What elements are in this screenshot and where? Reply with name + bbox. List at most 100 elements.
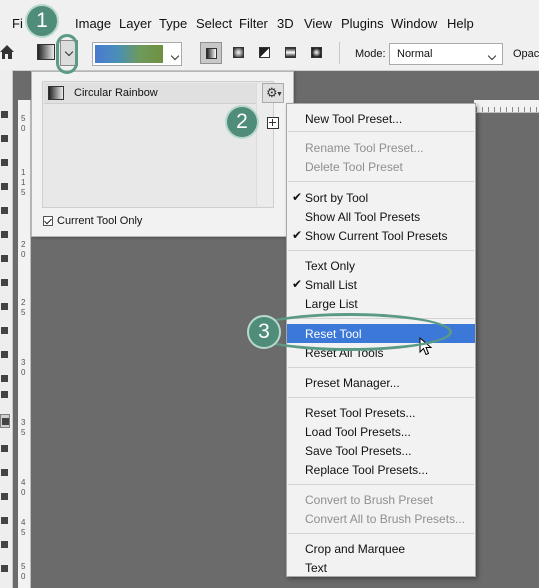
ruler-mark: 5 bbox=[21, 308, 26, 317]
ruler-mark: 2 bbox=[21, 298, 26, 307]
preset-row-label: Circular Rainbow bbox=[74, 87, 158, 99]
menu-help[interactable]: Help bbox=[447, 16, 474, 31]
menu-item-small-list[interactable]: ✔ Small List bbox=[287, 275, 475, 294]
ruler-mark: 5 bbox=[21, 188, 26, 197]
menu-separator bbox=[288, 484, 474, 485]
menu-select[interactable]: Select bbox=[196, 16, 232, 31]
ruler-mark: 5 bbox=[21, 562, 26, 571]
menu-separator bbox=[288, 181, 474, 182]
preset-list[interactable]: Circular Rainbow bbox=[42, 81, 274, 208]
quick-select-tool[interactable] bbox=[0, 180, 10, 194]
menu-item-large-list[interactable]: Large List bbox=[287, 294, 475, 313]
menu-type[interactable]: Type bbox=[159, 16, 187, 31]
checkmark-icon: ✔ bbox=[292, 277, 303, 291]
gradient-picker[interactable] bbox=[92, 42, 182, 66]
menu-item-reset-tool-presets[interactable]: Reset Tool Presets... bbox=[287, 403, 475, 422]
ruler-mark: 1 bbox=[21, 168, 26, 177]
menu-layer[interactable]: Layer bbox=[119, 16, 152, 31]
tool-presets-panel: Circular Rainbow ⚙ ▼ Current Tool Only bbox=[31, 71, 294, 237]
menu-item-show-current-tool-presets[interactable]: ✔ Show Current Tool Presets bbox=[287, 226, 475, 245]
gradient-preset-icon bbox=[48, 86, 64, 100]
tools-panel bbox=[0, 70, 13, 588]
blur-tool[interactable] bbox=[0, 442, 10, 456]
menu-separator bbox=[288, 131, 474, 132]
current-tool-only-label: Current Tool Only bbox=[57, 215, 143, 227]
menu-3d[interactable]: 3D bbox=[277, 16, 294, 31]
ruler-mark: 5 bbox=[21, 428, 26, 437]
menu-window[interactable]: Window bbox=[391, 16, 437, 31]
menu-item-save-tool-presets[interactable]: Save Tool Presets... bbox=[287, 441, 475, 460]
linear-gradient-button[interactable] bbox=[200, 42, 222, 64]
chevron-down-icon[interactable] bbox=[484, 45, 498, 61]
new-preset-icon[interactable] bbox=[267, 117, 279, 129]
menu-item-delete-tool-preset: Delete Tool Preset bbox=[305, 160, 403, 174]
menu-bar: Fi Image Layer Type Select Filter 3D Vie… bbox=[0, 0, 539, 37]
menu-item-convert-to-brush-preset: Convert to Brush Preset bbox=[305, 493, 434, 507]
ruler-mark: 0 bbox=[21, 488, 26, 497]
chevron-down-icon[interactable] bbox=[167, 45, 181, 63]
crop-tool[interactable] bbox=[0, 204, 10, 218]
dodge-tool[interactable] bbox=[0, 466, 10, 480]
vertical-ruler: 5 0 1 1 5 2 0 2 5 3 0 3 5 4 0 4 5 5 0 bbox=[18, 100, 31, 588]
ruler-mark: 2 bbox=[21, 240, 26, 249]
menu-separator bbox=[288, 397, 474, 398]
ruler-mark: 0 bbox=[21, 572, 26, 581]
ruler-mark: 3 bbox=[21, 418, 26, 427]
opacity-label: Opaci bbox=[513, 48, 539, 60]
menu-image[interactable]: Image bbox=[75, 16, 111, 31]
lasso-tool[interactable] bbox=[0, 156, 10, 170]
marquee-tool[interactable] bbox=[0, 132, 10, 146]
ruler-mark: 4 bbox=[21, 518, 26, 527]
ruler-mark: 5 bbox=[21, 528, 26, 537]
move-tool[interactable] bbox=[0, 108, 10, 122]
path-select-tool[interactable] bbox=[0, 538, 10, 552]
reflected-gradient-button[interactable] bbox=[280, 42, 302, 64]
diamond-gradient-button[interactable] bbox=[306, 42, 328, 64]
menu-file[interactable]: Fi bbox=[12, 16, 23, 31]
eyedropper-tool[interactable] bbox=[0, 252, 10, 266]
home-icon[interactable] bbox=[0, 44, 14, 60]
menu-item-crop-and-marquee[interactable]: Crop and Marquee bbox=[287, 539, 475, 558]
preset-row[interactable]: Circular Rainbow bbox=[44, 83, 272, 104]
menu-item-preset-manager[interactable]: Preset Manager... bbox=[287, 373, 475, 392]
shape-tool[interactable] bbox=[0, 562, 10, 576]
radial-gradient-button[interactable] bbox=[228, 42, 250, 64]
history-brush-tool[interactable] bbox=[0, 348, 10, 362]
healing-tool[interactable] bbox=[0, 276, 10, 290]
step-1-badge: 1 bbox=[25, 4, 59, 38]
type-tool[interactable] bbox=[0, 514, 10, 528]
gradient-preview[interactable] bbox=[95, 45, 163, 63]
menu-item-show-all-tool-presets[interactable]: Show All Tool Presets bbox=[287, 207, 475, 226]
ruler-mark: 1 bbox=[21, 178, 26, 187]
menu-item-replace-tool-presets[interactable]: Replace Tool Presets... bbox=[287, 460, 475, 479]
checkmark-icon: ✔ bbox=[292, 228, 303, 242]
pen-tool[interactable] bbox=[0, 490, 10, 504]
mode-value: Normal bbox=[397, 48, 433, 60]
gradient-tool[interactable] bbox=[0, 414, 10, 428]
mode-select[interactable]: Normal bbox=[389, 43, 503, 65]
options-divider bbox=[339, 42, 340, 64]
current-tool-only-checkbox[interactable] bbox=[43, 216, 53, 226]
menu-separator bbox=[288, 533, 474, 534]
menu-item-convert-all-to-brush-presets: Convert All to Brush Presets... bbox=[305, 512, 466, 526]
menu-item-text-only[interactable]: Text Only bbox=[287, 256, 475, 275]
checkmark-icon: ✔ bbox=[292, 190, 303, 204]
ruler-mark: 0 bbox=[21, 124, 26, 133]
menu-filter[interactable]: Filter bbox=[239, 16, 268, 31]
menu-item-new-tool-preset[interactable]: New Tool Preset... bbox=[287, 109, 475, 128]
pen-tool-small[interactable] bbox=[0, 388, 10, 402]
menu-plugins[interactable]: Plugins bbox=[341, 16, 384, 31]
menu-view[interactable]: View bbox=[304, 16, 332, 31]
angle-gradient-button[interactable] bbox=[254, 42, 276, 64]
ruler-mark: 5 bbox=[21, 114, 26, 123]
stamp-tool[interactable] bbox=[0, 324, 10, 338]
menu-item-text[interactable]: Text bbox=[287, 558, 475, 577]
eraser-tool[interactable] bbox=[0, 372, 10, 386]
menu-item-load-tool-presets[interactable]: Load Tool Presets... bbox=[287, 422, 475, 441]
tool-preset-swatch[interactable] bbox=[37, 44, 55, 60]
gear-icon[interactable]: ⚙ ▼ bbox=[262, 83, 284, 103]
frame-tool[interactable] bbox=[0, 228, 10, 242]
brush-tool[interactable] bbox=[0, 300, 10, 314]
ruler-mark: 0 bbox=[21, 368, 26, 377]
menu-item-sort-by-tool[interactable]: ✔ Sort by Tool bbox=[287, 188, 475, 207]
